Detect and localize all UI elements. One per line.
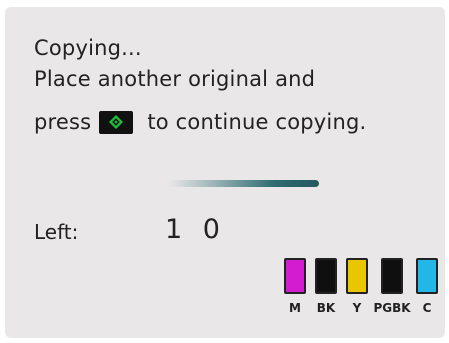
ink-label-c: C [422, 301, 432, 315]
ink-cartridge-bk [315, 258, 337, 294]
progress-indicator [169, 180, 319, 187]
ink-label-m: M [289, 301, 301, 315]
status-title: Copying... [34, 36, 142, 60]
ink-level-panel: M BK Y PGBK C [279, 258, 443, 338]
ink-cartridge-c [416, 258, 438, 294]
ink-label-y: Y [352, 301, 362, 315]
instruction-line-press: press to continue copying. [34, 110, 366, 134]
remaining-label: Left: [34, 220, 79, 244]
ink-cartridge-y [346, 258, 368, 294]
start-diamond-icon [99, 110, 134, 134]
ink-label-pgbk: PGBK [373, 301, 411, 315]
instruction-continue-text: to continue copying. [147, 110, 367, 134]
instruction-line: Place another original and [34, 67, 316, 91]
diamond-icon [109, 114, 124, 129]
copy-status-screen: Copying... Place another original and pr… [5, 7, 445, 338]
ink-cartridge-m [284, 258, 306, 294]
ink-cartridge-pgbk [381, 258, 403, 294]
instruction-press-text: press [34, 110, 92, 134]
ink-label-bk: BK [316, 301, 336, 315]
remaining-count: 1 0 [165, 214, 226, 245]
